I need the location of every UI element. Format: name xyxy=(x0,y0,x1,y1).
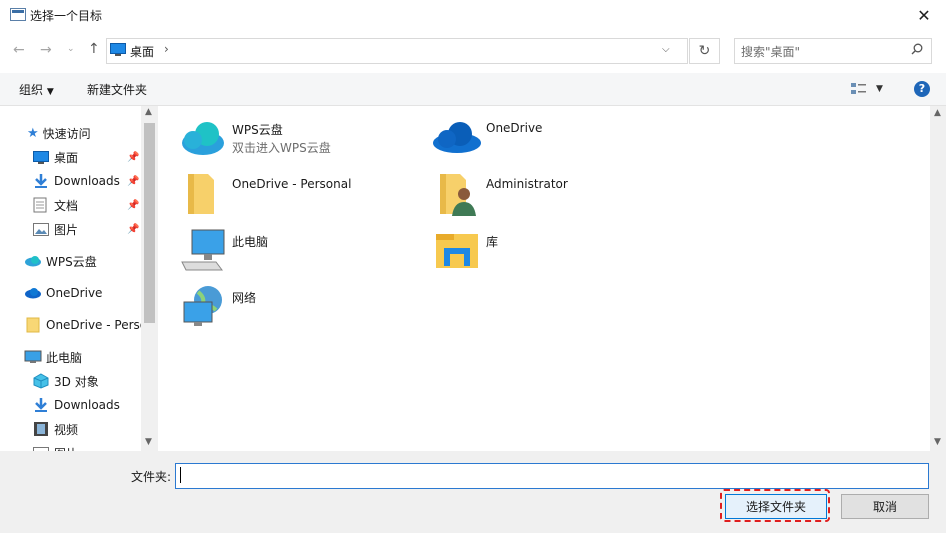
view-dropdown-icon[interactable]: ▼ xyxy=(876,84,883,94)
tile-this-pc-label[interactable]: 此电脑 xyxy=(232,233,268,250)
network-icon[interactable] xyxy=(180,284,226,330)
pin-icon: 📌 xyxy=(127,224,140,235)
sidebar-item-onedrive-personal[interactable]: OneDrive - Personal xyxy=(26,314,158,336)
download-arrow-icon xyxy=(35,398,47,412)
star-icon: ★ xyxy=(27,125,39,141)
highlight-annotation xyxy=(720,489,830,522)
window-icon xyxy=(10,8,26,21)
dropdown-arrow-icon: ▼ xyxy=(46,87,54,97)
pin-icon: 📌 xyxy=(127,200,140,211)
address-location[interactable]: 桌面 xyxy=(130,43,154,60)
sidebar-item-pc-downloads[interactable]: Downloads xyxy=(33,394,120,416)
pin-icon: 📌 xyxy=(127,176,140,187)
download-arrow-icon xyxy=(35,174,47,188)
wps-cloud-icon xyxy=(25,256,41,267)
library-icon[interactable] xyxy=(434,230,480,270)
sidebar-item-label: WPS云盘 xyxy=(46,254,97,269)
desktop-icon xyxy=(33,150,49,164)
sidebar-item-pictures[interactable]: 图片 xyxy=(33,218,78,240)
sidebar-item-label: Downloads xyxy=(54,398,120,412)
scroll-down-icon[interactable]: ▼ xyxy=(934,437,941,447)
folder-icon[interactable] xyxy=(186,172,216,216)
close-button[interactable]: ✕ xyxy=(912,4,936,26)
sidebar-scroll-thumb[interactable] xyxy=(144,123,155,323)
scroll-down-icon[interactable]: ▼ xyxy=(145,437,152,447)
address-bar[interactable] xyxy=(106,38,688,64)
up-icon[interactable]: ↑ xyxy=(88,41,100,57)
sidebar-item-documents[interactable]: 文档 xyxy=(33,194,78,216)
text-caret xyxy=(180,467,181,483)
sidebar-item-label: 此电脑 xyxy=(46,350,83,365)
wps-cloud-icon[interactable] xyxy=(180,118,226,156)
scroll-up-icon[interactable]: ▲ xyxy=(934,108,941,118)
sidebar-item-label: 图片 xyxy=(54,222,79,237)
sidebar-item-label: 快速访问 xyxy=(42,126,91,141)
close-icon: ✕ xyxy=(917,5,931,25)
sidebar-item-desktop[interactable]: 桌面 xyxy=(33,146,78,168)
refresh-icon: ↻ xyxy=(698,43,711,59)
sidebar-item-label: 桌面 xyxy=(54,150,79,165)
computer-icon xyxy=(24,350,42,363)
title-bar xyxy=(0,0,946,31)
cancel-button[interactable]: 取消 xyxy=(841,494,929,519)
search-placeholder: 搜索"桌面" xyxy=(741,45,801,59)
tile-library-label[interactable]: 库 xyxy=(486,233,498,250)
tile-onedrive-personal-label[interactable]: OneDrive - Personal xyxy=(232,177,351,191)
new-folder-button[interactable]: 新建文件夹 xyxy=(87,81,147,98)
picture-icon xyxy=(33,222,49,236)
sidebar-item-label: Downloads xyxy=(54,174,120,188)
tile-wps-sublabel: 双击进入WPS云盘 xyxy=(232,141,331,155)
search-icon[interactable] xyxy=(911,43,923,55)
view-options-icon[interactable] xyxy=(851,82,867,96)
desktop-icon xyxy=(110,43,126,56)
folder-name-input[interactable] xyxy=(175,463,929,489)
navigation-pane: ★ 快速访问 桌面 📌 Downloads 📌 文档 📌 图片 📌 WPS云盘 … xyxy=(0,106,158,451)
window-title: 选择一个目标 xyxy=(30,9,103,23)
sidebar-item-wps[interactable]: WPS云盘 xyxy=(24,250,97,272)
video-icon xyxy=(34,422,48,436)
breadcrumb-chevron-icon[interactable]: › xyxy=(164,42,169,56)
address-dropdown-icon[interactable]: ⌵ xyxy=(662,44,670,55)
back-icon[interactable]: ← xyxy=(13,42,25,58)
folder-icon xyxy=(26,317,40,333)
tile-network-label[interactable]: 网络 xyxy=(232,289,256,306)
help-icon[interactable]: ? xyxy=(914,81,930,97)
recent-dropdown-icon[interactable]: ⌄ xyxy=(67,44,75,54)
sidebar-item-3d-objects[interactable]: 3D 对象 xyxy=(33,370,99,392)
scroll-up-icon[interactable]: ▲ xyxy=(145,107,152,117)
sidebar-item-this-pc[interactable]: 此电脑 xyxy=(24,346,82,368)
tile-onedrive-label[interactable]: OneDrive xyxy=(486,121,542,135)
content-scrollbar[interactable] xyxy=(930,106,946,451)
organize-menu[interactable]: 组织 ▼ xyxy=(19,81,54,98)
3d-objects-icon xyxy=(33,373,49,389)
sidebar-item-downloads[interactable]: Downloads xyxy=(33,170,120,192)
folder-field-label: 文件夹: xyxy=(131,470,172,484)
content-pane xyxy=(158,106,930,451)
document-icon xyxy=(33,197,47,213)
computer-icon[interactable] xyxy=(180,228,226,272)
user-folder-icon[interactable] xyxy=(438,172,478,218)
sidebar-item-label: OneDrive xyxy=(46,286,103,300)
sidebar-item-onedrive[interactable]: OneDrive xyxy=(24,282,102,304)
refresh-button[interactable]: ↻ xyxy=(689,38,720,64)
sidebar-item-pc-pictures[interactable]: 图片 xyxy=(33,442,78,451)
sidebar-item-videos[interactable]: 视频 xyxy=(33,418,78,440)
onedrive-icon xyxy=(25,288,41,299)
onedrive-icon[interactable] xyxy=(432,120,482,154)
tile-wps-label[interactable]: WPS云盘 xyxy=(232,121,283,138)
tile-administrator-label[interactable]: Administrator xyxy=(486,177,568,191)
sidebar-item-label: 3D 对象 xyxy=(54,374,99,389)
forward-icon[interactable]: → xyxy=(40,42,52,58)
pin-icon: 📌 xyxy=(127,152,140,163)
sidebar-item-label: 视频 xyxy=(54,422,79,437)
organize-label: 组织 xyxy=(19,83,44,97)
sidebar-item-quick-access[interactable]: ★ 快速访问 xyxy=(27,122,91,144)
sidebar-item-label: 文档 xyxy=(54,198,79,213)
